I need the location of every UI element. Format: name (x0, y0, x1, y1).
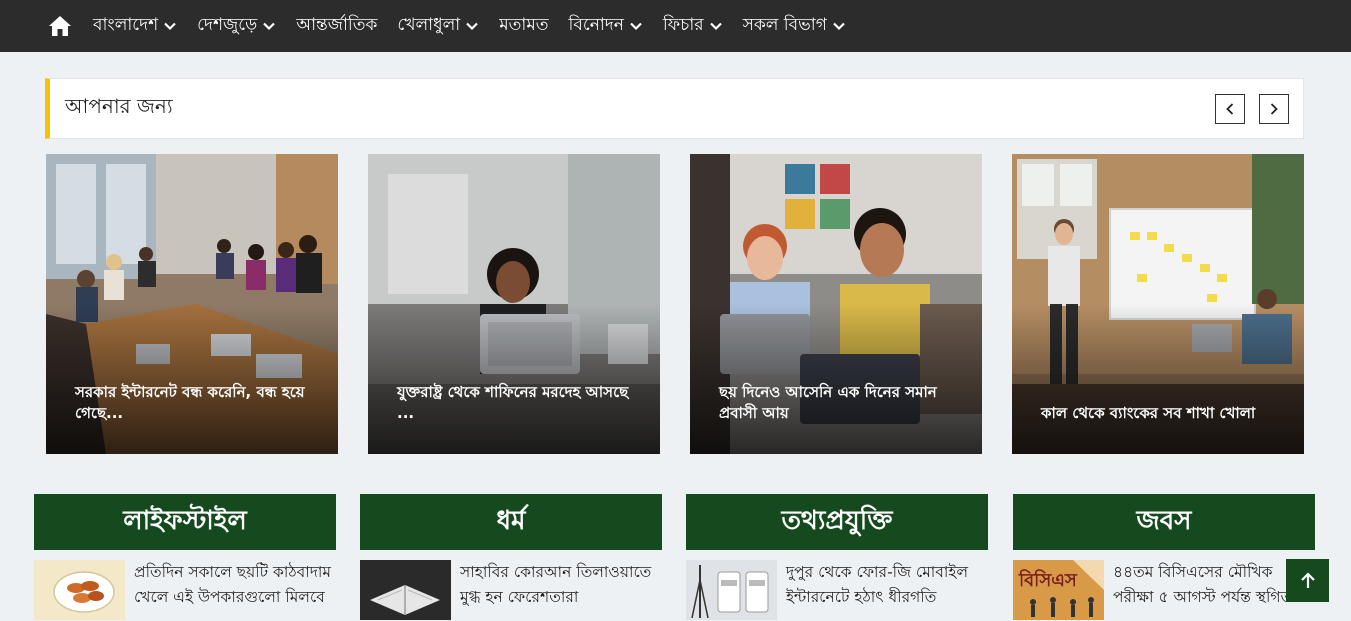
for-you-section-header: আপনার জন্য (45, 78, 1304, 139)
carousel-prev-button[interactable] (1215, 94, 1245, 124)
nav-item-label: আন্তর্জাতিক (296, 15, 378, 35)
nav-item-feature[interactable]: ফিচার (663, 12, 723, 40)
category-religion: ধর্ম সাহাবির কোরআন তিলাওয়াতে মুগ্ধ হন ফ… (360, 494, 662, 620)
story-title: প্রতিদিন সকালে ছয়টি কাঠবাদাম খেলে এই উপ… (134, 563, 331, 606)
card-overlay (368, 304, 660, 454)
story-title: দুপুর থেকে ফোর-জি মোবাইল ইন্টারনেটে হঠাৎ… (786, 563, 969, 606)
thumbnail-text: বিসিএস (1018, 569, 1078, 591)
card-overlay (46, 304, 338, 454)
category-header[interactable]: তথ্যপ্রযুক্তি (686, 494, 988, 550)
category-lifestyle: লাইফস্টাইল প্রতিদিন সকালে ছয়টি কাঠবাদাম… (34, 494, 336, 620)
card-title: যুক্তরাষ্ট্র থেকে শাফিনের মরদেহ আসছে ... (397, 383, 629, 422)
category-header[interactable]: লাইফস্টাইল (34, 494, 336, 550)
chevron-down-icon (466, 22, 478, 31)
arrow-up-icon (1300, 571, 1315, 588)
home-button[interactable] (45, 11, 75, 41)
category-story[interactable]: প্রতিদিন সকালে ছয়টি কাঠবাদাম খেলে এই উপ… (34, 560, 336, 620)
top-navbar: বাংলাদেশ দেশজুড়ে আন্তর্জাতিক খেলাধুলা ম… (0, 0, 1351, 52)
story-thumbnail: বিসিএস (1013, 560, 1104, 620)
chevron-down-icon (164, 22, 176, 31)
card-overlay (1012, 304, 1304, 454)
carousel-next-button[interactable] (1259, 94, 1289, 124)
nav-item-all-sections[interactable]: সকল বিভাগ (743, 12, 846, 40)
card-title: ছয় দিনেও আসেনি এক দিনের সমান প্রবাসী আয… (719, 383, 937, 422)
category-header[interactable]: জবস (1013, 494, 1315, 550)
nav-item-entertainment[interactable]: বিনোদন (569, 12, 643, 40)
nav-item-label: ফিচার (662, 15, 704, 35)
chevron-down-icon (630, 22, 642, 31)
chevron-down-icon (833, 22, 845, 31)
chevron-down-icon (709, 22, 722, 31)
story-title: ৪৪তম বিসিএসের মৌখিক পরীক্ষা ৫ আগস্ট পর্য… (1113, 563, 1293, 606)
nav-item-label: দেশজুড়ে (197, 15, 258, 35)
news-card[interactable]: কাল থেকে ব্যাংকের সব শাখা খোলা (1012, 154, 1304, 454)
category-technology: তথ্যপ্রযুক্তি দুপুর থেকে ফোর-জি মোবাইল ই… (686, 494, 988, 620)
chevron-left-icon (1226, 103, 1234, 115)
category-story[interactable]: দুপুর থেকে ফোর-জি মোবাইল ইন্টারনেটে হঠাৎ… (686, 560, 988, 620)
story-thumbnail (34, 560, 125, 620)
card-overlay (690, 304, 982, 454)
nav-menu: বাংলাদেশ দেশজুড়ে আন্তর্জাতিক খেলাধুলা ম… (93, 12, 866, 40)
nav-item-sports[interactable]: খেলাধুলা (397, 12, 479, 40)
story-title: সাহাবির কোরআন তিলাওয়াতে মুগ্ধ হন ফেরেশত… (460, 563, 652, 606)
home-icon (49, 16, 71, 36)
chevron-right-icon (1270, 103, 1278, 115)
news-card[interactable]: ছয় দিনেও আসেনি এক দিনের সমান প্রবাসী আয… (690, 154, 982, 454)
card-title: কাল থেকে ব্যাংকের সব শাখা খোলা (1041, 404, 1256, 422)
nav-item-label: বিনোদন (568, 15, 624, 35)
nav-item-international[interactable]: আন্তর্জাতিক (296, 12, 377, 40)
section-title: আপনার জন্য (65, 94, 173, 118)
nav-item-bangladesh[interactable]: বাংলাদেশ (93, 12, 177, 40)
nav-item-opinion[interactable]: মতামত (499, 12, 548, 40)
category-header[interactable]: ধর্ম (360, 494, 662, 550)
category-story[interactable]: বিসিএস ৪৪তম বিসিএসের মৌখিক পরীক্ষা ৫ আগস… (1013, 560, 1315, 620)
news-card[interactable]: যুক্তরাষ্ট্র থেকে শাফিনের মরদেহ আসছে ... (368, 154, 660, 454)
news-card[interactable]: সরকার ইন্টারনেট বন্ধ করেনি, বন্ধ হয়ে গে… (46, 154, 338, 454)
nav-item-label: সকল বিভাগ (742, 15, 827, 35)
nav-item-label: বাংলাদেশ (93, 15, 159, 35)
category-story[interactable]: সাহাবির কোরআন তিলাওয়াতে মুগ্ধ হন ফেরেশত… (360, 560, 662, 620)
story-thumbnail (360, 560, 451, 620)
chevron-down-icon (263, 22, 275, 31)
scroll-to-top-button[interactable] (1286, 559, 1329, 602)
nav-item-label: মতামত (499, 15, 549, 35)
nav-item-countrywide[interactable]: দেশজুড়ে (197, 12, 276, 40)
card-title: সরকার ইন্টারনেট বন্ধ করেনি, বন্ধ হয়ে গে… (75, 383, 305, 422)
category-jobs: জবস বিসিএস ৪৪তম বিসিএসের মৌখিক পরীক্ষা ৫… (1013, 494, 1315, 620)
story-thumbnail (686, 560, 777, 620)
nav-item-label: খেলাধুলা (397, 15, 461, 35)
